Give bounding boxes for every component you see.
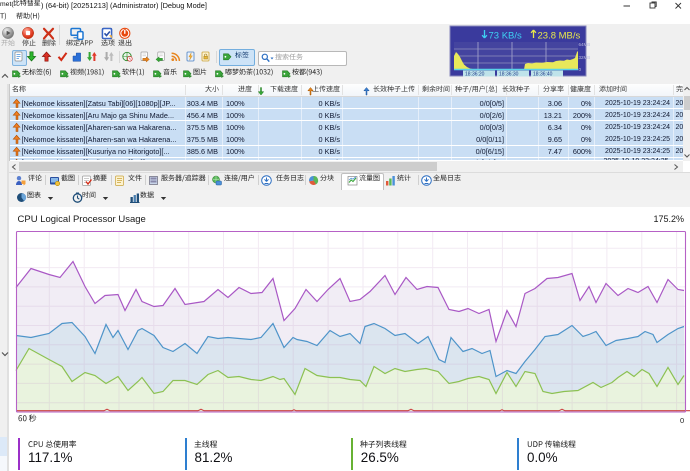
svg-text:18:36:40: 18:36:40: [533, 72, 553, 78]
svg-text:73 KB/s: 73 KB/s: [489, 31, 523, 42]
svg-text:23.8 MB/s: 23.8 MB/s: [538, 31, 581, 42]
svg-text:18:36:30: 18:36:30: [499, 72, 519, 78]
svg-text:32MB: 32MB: [579, 55, 591, 60]
svg-text:18:36:20: 18:36:20: [465, 72, 485, 78]
